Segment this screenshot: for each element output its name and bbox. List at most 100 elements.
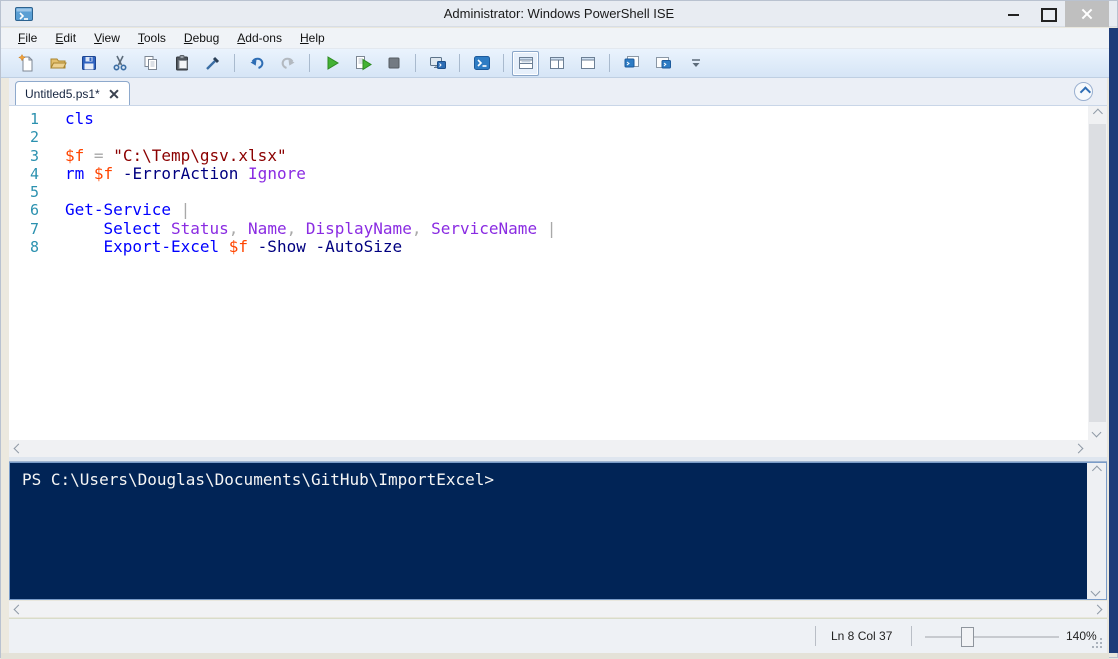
code-line[interactable]: 2: [9, 128, 1088, 146]
code-line[interactable]: 4rm $f -ErrorAction Ignore: [9, 165, 1088, 183]
script-pane-maximized-button[interactable]: [574, 51, 601, 76]
menu-edit[interactable]: Edit: [46, 28, 85, 48]
new-script-button[interactable]: [13, 51, 40, 76]
window-frame-right: [1109, 28, 1118, 653]
new-powershell-tab-button[interactable]: [618, 51, 645, 76]
start-powershell-button[interactable]: [468, 51, 495, 76]
menu-addons[interactable]: Add-ons: [228, 28, 291, 48]
redo-button[interactable]: [274, 51, 301, 76]
toolbar: [1, 49, 1117, 78]
maximize-button[interactable]: [1031, 1, 1065, 27]
code-area[interactable]: 1cls23$f = "C:\Temp\gsv.xlsx"4rm $f -Err…: [9, 106, 1088, 440]
line-number: 4: [9, 165, 65, 183]
powershell-window-button[interactable]: [649, 51, 676, 76]
status-bar: Ln 8 Col 37 140%: [9, 618, 1107, 653]
tab-strip: Untitled5.ps1*: [9, 78, 1107, 105]
console-pane[interactable]: PS C:\Users\Douglas\Documents\GitHub\Imp…: [9, 462, 1107, 600]
collapse-script-pane-button[interactable]: [1074, 82, 1093, 101]
console-prompt[interactable]: PS C:\Users\Douglas\Documents\GitHub\Imp…: [10, 463, 1087, 599]
cut-scissors-icon: [111, 54, 129, 72]
code-line[interactable]: 6Get-Service |: [9, 201, 1088, 219]
code-line[interactable]: 5: [9, 183, 1088, 201]
chevron-up-icon: [1079, 86, 1090, 97]
code-line[interactable]: 3$f = "C:\Temp\gsv.xlsx": [9, 147, 1088, 165]
undo-icon: [248, 54, 266, 72]
console-horizontal-scrollbar[interactable]: [9, 601, 1107, 617]
stop-icon: [385, 54, 403, 72]
stop-operation-button[interactable]: [380, 51, 407, 76]
scroll-down-icon[interactable]: [1092, 428, 1102, 438]
toolbar-overflow-button[interactable]: [682, 51, 709, 76]
window-frame-bottom: [1, 653, 1109, 659]
toolbar-separator: [309, 54, 310, 72]
toolbar-separator: [234, 54, 235, 72]
zoom-slider-thumb[interactable]: [961, 627, 974, 647]
scroll-up-icon[interactable]: [1093, 109, 1103, 119]
minimize-button[interactable]: [997, 1, 1031, 27]
clear-console-button[interactable]: [199, 51, 226, 76]
scroll-right-icon[interactable]: [1074, 444, 1084, 454]
save-button[interactable]: [75, 51, 102, 76]
zoom-slider-track[interactable]: [925, 636, 1059, 638]
new-remote-powershell-tab-icon: [429, 54, 447, 72]
powershell-ise-window: Administrator: Windows PowerShell ISE Fi…: [0, 0, 1118, 658]
new-powershell-tab-icon: [623, 54, 641, 72]
script-pane-right-button[interactable]: [543, 51, 570, 76]
code-line[interactable]: 7 Select Status, Name, DisplayName, Serv…: [9, 220, 1088, 238]
tab-untitled5[interactable]: Untitled5.ps1*: [15, 81, 130, 105]
toolbar-separator: [459, 54, 460, 72]
tab-close-icon[interactable]: [108, 88, 120, 100]
console-vertical-scrollbar[interactable]: [1087, 463, 1106, 599]
run-selection-button[interactable]: [349, 51, 376, 76]
open-script-button[interactable]: [44, 51, 71, 76]
scroll-down-icon[interactable]: [1091, 587, 1101, 597]
code-line[interactable]: 1cls: [9, 110, 1088, 128]
scrollbar-thumb[interactable]: [1089, 124, 1106, 422]
line-number: 5: [9, 183, 65, 201]
new-remote-powershell-tab-button[interactable]: [424, 51, 451, 76]
run-script-button[interactable]: [318, 51, 345, 76]
menu-help[interactable]: Help: [291, 28, 334, 48]
line-number: 1: [9, 110, 65, 128]
scroll-up-icon[interactable]: [1092, 466, 1102, 476]
close-button[interactable]: [1065, 1, 1109, 27]
undo-button[interactable]: [243, 51, 270, 76]
toolbar-separator: [609, 54, 610, 72]
paste-button[interactable]: [168, 51, 195, 76]
editor-horizontal-scrollbar[interactable]: [9, 440, 1088, 457]
script-pane-maximized-icon: [579, 54, 597, 72]
scroll-left-icon[interactable]: [14, 605, 24, 615]
menu-file[interactable]: File: [9, 28, 46, 48]
zoom-slider[interactable]: [925, 627, 1059, 647]
title-bar[interactable]: Administrator: Windows PowerShell ISE: [1, 1, 1117, 27]
menu-view[interactable]: View: [85, 28, 129, 48]
script-pane-top-button[interactable]: [512, 51, 539, 76]
toolbar-separator: [415, 54, 416, 72]
window-frame-left: [1, 78, 9, 653]
start-powershell-icon: [473, 54, 491, 72]
new-script-icon: [18, 54, 36, 72]
paste-clipboard-icon: [173, 54, 191, 72]
scrollbar-corner: [1088, 440, 1107, 457]
copy-button[interactable]: [137, 51, 164, 76]
line-number: 3: [9, 147, 65, 165]
scroll-left-icon[interactable]: [14, 444, 24, 454]
window-title: Administrator: Windows PowerShell ISE: [1, 1, 1117, 27]
menu-tools[interactable]: Tools: [129, 28, 175, 48]
script-pane-right-icon: [548, 54, 566, 72]
scroll-right-icon[interactable]: [1093, 605, 1103, 615]
copy-icon: [142, 54, 160, 72]
script-pane: 1cls23$f = "C:\Temp\gsv.xlsx"4rm $f -Err…: [9, 105, 1107, 457]
toolbar-separator: [503, 54, 504, 72]
run-selection-icon: [354, 54, 372, 72]
resize-grip[interactable]: [1090, 636, 1102, 648]
cut-button[interactable]: [106, 51, 133, 76]
cursor-position: Ln 8 Col 37: [831, 629, 892, 643]
code-line[interactable]: 8 Export-Excel $f -Show -AutoSize: [9, 238, 1088, 256]
editor-vertical-scrollbar[interactable]: [1088, 106, 1107, 440]
line-number: 7: [9, 220, 65, 238]
line-number: 6: [9, 201, 65, 219]
menu-debug[interactable]: Debug: [175, 28, 228, 48]
run-script-icon: [323, 54, 341, 72]
powershell-window-icon: [654, 54, 672, 72]
